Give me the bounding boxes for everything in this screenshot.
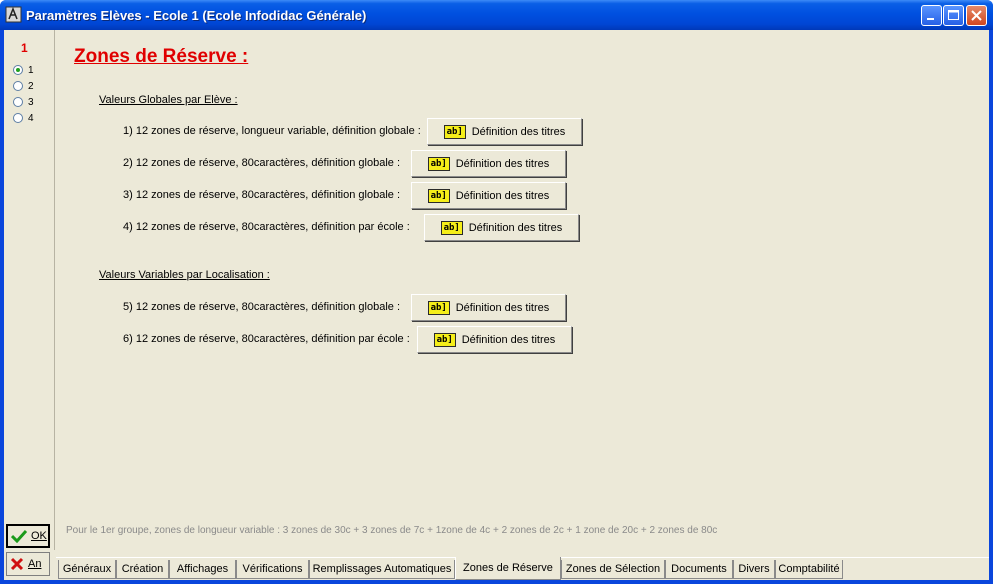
radio-button[interactable] bbox=[13, 113, 23, 123]
client-area: 1 1 2 3 4 OK An Zones de Réserve: Valeu… bbox=[4, 30, 989, 580]
row-label-6: 6) 12 zones de réserve, 80caractères, dé… bbox=[123, 333, 410, 345]
radio-label: 4 bbox=[28, 112, 34, 124]
text-field-icon: ab] bbox=[427, 156, 450, 171]
titles-button-6[interactable]: ab] Définition des titres bbox=[417, 326, 572, 353]
red-x-icon bbox=[10, 557, 24, 571]
row-label-4: 4) 12 zones de réserve, 80caractères, dé… bbox=[123, 221, 410, 233]
checkmark-icon bbox=[11, 529, 27, 543]
tab-verifications[interactable]: Vérifications bbox=[236, 560, 309, 579]
section-title-global: Valeurs Globales par Elève : bbox=[99, 94, 238, 106]
row-label-3: 3) 12 zones de réserve, 80caractères, dé… bbox=[123, 189, 400, 201]
group-number: 1 bbox=[21, 41, 28, 55]
text-field-icon: ab] bbox=[443, 124, 466, 139]
maximize-icon bbox=[948, 10, 959, 20]
window-title: Paramètres Elèves - Ecole 1 (Ecole Infod… bbox=[26, 8, 367, 23]
radio-label: 3 bbox=[28, 96, 34, 108]
titles-button-3[interactable]: ab] Définition des titres bbox=[411, 182, 566, 209]
app-icon bbox=[5, 6, 22, 23]
tab-comptabilite[interactable]: Comptabilité bbox=[775, 560, 843, 579]
titles-button-4[interactable]: ab] Définition des titres bbox=[424, 214, 579, 241]
button-label: Définition des titres bbox=[455, 301, 550, 314]
group-radio-3[interactable]: 3 bbox=[13, 95, 34, 109]
button-label: Définition des titres bbox=[468, 221, 563, 234]
text-field-icon: ab] bbox=[427, 300, 450, 315]
section-title-local: Valeurs Variables par Localisation : bbox=[99, 269, 270, 281]
tab-affichages[interactable]: Affichages bbox=[169, 560, 236, 579]
titles-button-2[interactable]: ab] Définition des titres bbox=[411, 150, 566, 177]
row-label-5: 5) 12 zones de réserve, 80caractères, dé… bbox=[123, 301, 400, 313]
title-bar[interactable]: Paramètres Elèves - Ecole 1 (Ecole Infod… bbox=[0, 0, 993, 30]
text-field-icon: ab] bbox=[440, 220, 463, 235]
info-note: Pour le 1er groupe, zones de longueur va… bbox=[66, 525, 718, 536]
close-icon bbox=[971, 10, 982, 21]
group-radio-2[interactable]: 2 bbox=[13, 79, 34, 93]
group-selector-panel: 1 1 2 3 4 OK An bbox=[4, 30, 55, 576]
window-frame-bottom bbox=[0, 580, 993, 584]
tab-zones-de-selection[interactable]: Zones de Sélection bbox=[561, 560, 665, 579]
cancel-label: An bbox=[28, 558, 42, 570]
row-label-1: 1) 12 zones de réserve, longueur variabl… bbox=[123, 125, 421, 137]
tab-remplissages-automatiques[interactable]: Remplissages Automatiques bbox=[309, 560, 455, 579]
tab-bar: Généraux Création Affichages Vérificatio… bbox=[56, 557, 989, 581]
ok-button[interactable]: OK bbox=[6, 524, 50, 548]
titles-button-5[interactable]: ab] Définition des titres bbox=[411, 294, 566, 321]
button-label: Définition des titres bbox=[455, 157, 550, 170]
text-field-icon: ab] bbox=[427, 188, 450, 203]
app-window: Paramètres Elèves - Ecole 1 (Ecole Infod… bbox=[0, 0, 993, 584]
tab-documents[interactable]: Documents bbox=[665, 560, 733, 579]
tab-creation[interactable]: Création bbox=[116, 560, 169, 579]
radio-button[interactable] bbox=[13, 81, 23, 91]
radio-button[interactable] bbox=[13, 65, 23, 75]
row-label-2: 2) 12 zones de réserve, 80caractères, dé… bbox=[123, 157, 400, 169]
radio-label: 2 bbox=[28, 80, 34, 92]
button-label: Définition des titres bbox=[461, 333, 556, 346]
page-title: Zones de Réserve : bbox=[74, 46, 249, 67]
minimize-button[interactable] bbox=[921, 5, 942, 26]
radio-label: 1 bbox=[28, 64, 34, 76]
radio-button[interactable] bbox=[13, 97, 23, 107]
group-radio-4[interactable]: 4 bbox=[13, 111, 34, 125]
titles-button-1[interactable]: ab] Définition des titres bbox=[427, 118, 582, 145]
close-button[interactable] bbox=[966, 5, 987, 26]
tab-zones-de-reserve[interactable]: Zones de Réserve bbox=[455, 557, 561, 580]
ok-label: OK bbox=[31, 530, 47, 542]
cancel-button[interactable]: An bbox=[6, 552, 50, 576]
text-field-icon: ab] bbox=[433, 332, 456, 347]
tab-divers[interactable]: Divers bbox=[733, 560, 775, 579]
button-label: Définition des titres bbox=[471, 125, 566, 138]
tab-generaux[interactable]: Généraux bbox=[58, 560, 116, 579]
button-label: Définition des titres bbox=[455, 189, 550, 202]
group-radio-1[interactable]: 1 bbox=[13, 63, 34, 77]
minimize-icon bbox=[927, 18, 934, 20]
maximize-button[interactable] bbox=[943, 5, 964, 26]
